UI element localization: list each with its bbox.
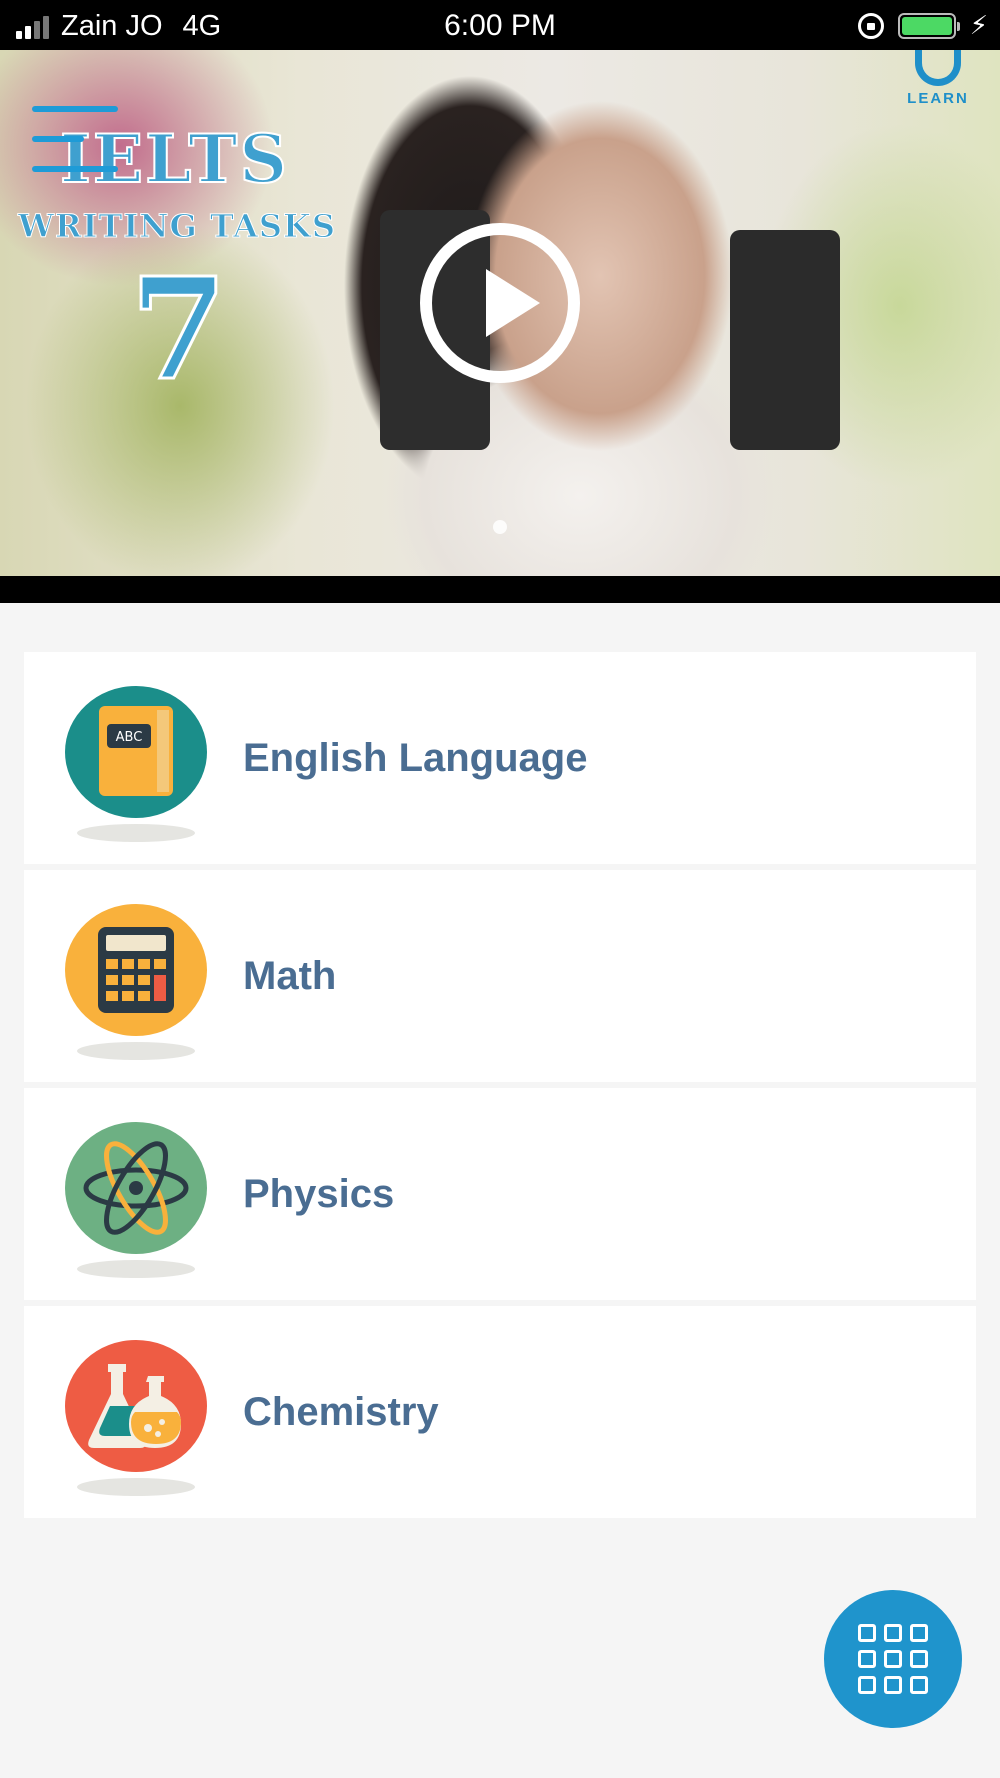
video-pager-dot [493,520,507,534]
atom-icon [65,1122,207,1254]
status-bar: Zain JO 4G 6:00 PM ⚡ [0,0,1000,50]
abc-book-icon: ABC [65,686,207,818]
subject-list: ABC English Language Math Physics Chemis… [24,652,976,1518]
subject-item-chemistry[interactable]: Chemistry [24,1306,976,1518]
flask-icon [65,1340,207,1472]
video-title-number: 7 [128,247,228,414]
subject-label: Physics [243,1171,395,1216]
charging-bolt-icon: ⚡ [969,10,988,40]
rotation-lock-icon [857,12,884,39]
calculator-icon [65,904,207,1036]
svg-text:ABC: ABC [116,730,143,745]
status-time: 6:00 PM [444,9,556,42]
subject-label: Chemistry [243,1389,439,1434]
chair-shape [730,230,840,450]
hamburger-menu-icon[interactable] [32,106,118,172]
brand-logo: LEARN [898,40,978,107]
play-icon[interactable] [420,223,580,383]
brand-logo-text: LEARN [907,90,969,107]
video-title-writing: WRITING TASKS [18,207,336,246]
video-player[interactable]: IELTS WRITING TASKS 7 LEARN [0,0,1000,603]
grid-icon [858,1624,928,1694]
subject-label: English Language [243,735,588,780]
subject-label: Math [243,953,337,998]
battery-icon [897,12,960,39]
subject-item-math[interactable]: Math [24,870,976,1082]
apps-grid-button[interactable] [824,1590,962,1728]
subject-item-english-language[interactable]: ABC English Language [24,652,976,864]
subject-item-physics[interactable]: Physics [24,1088,976,1300]
